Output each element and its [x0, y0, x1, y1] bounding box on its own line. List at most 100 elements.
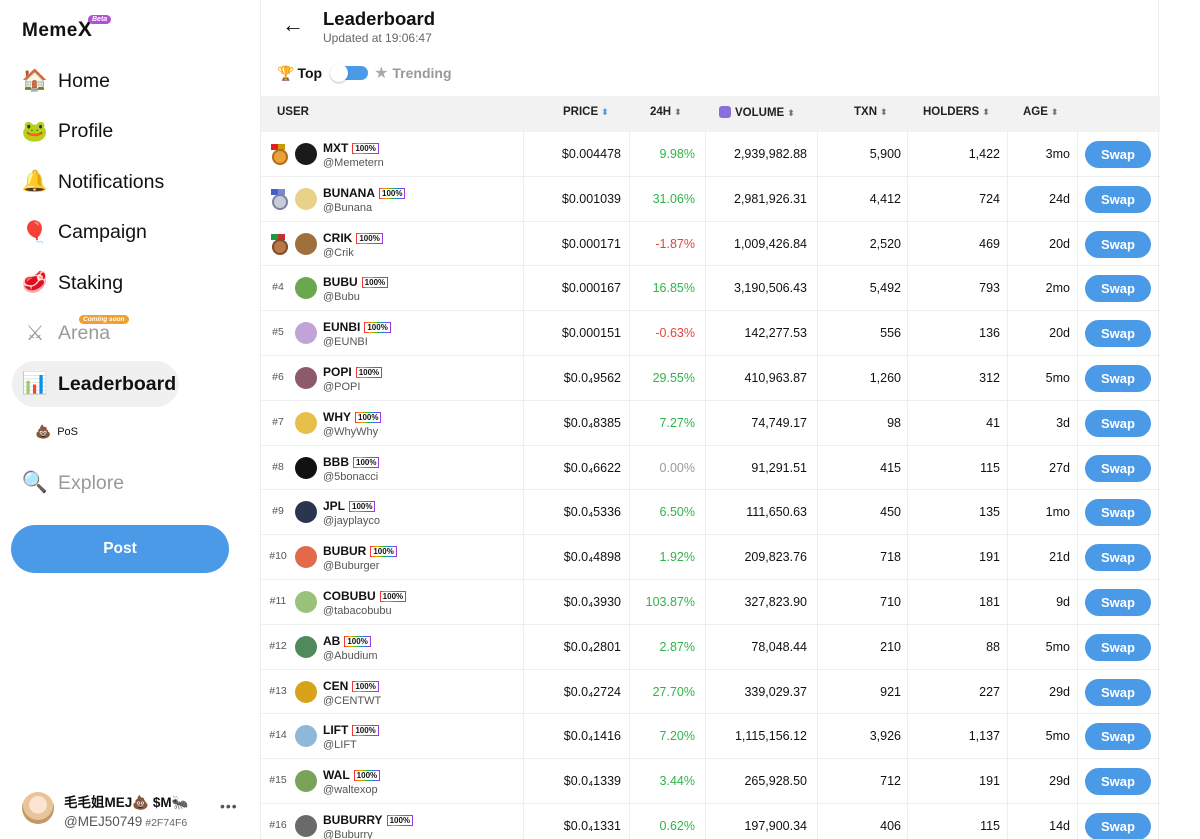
token-avatar[interactable]	[295, 770, 317, 793]
token-symbol[interactable]: BUBU 100%	[323, 275, 389, 289]
token-avatar[interactable]	[295, 456, 317, 479]
token-symbol[interactable]: WAL 100%	[323, 768, 381, 782]
token-symbol[interactable]: MXT 100%	[323, 141, 379, 155]
token-avatar[interactable]	[295, 411, 317, 434]
token-avatar[interactable]	[295, 546, 317, 569]
token-avatar[interactable]	[295, 680, 317, 703]
column-volume[interactable]: VOLUME ⬍	[719, 106, 795, 119]
sidebar-item-home[interactable]: 🏠 Home	[12, 58, 232, 104]
column-txn[interactable]: TXN ⬍	[854, 106, 888, 118]
sidebar-item-leaderboard[interactable]: 📊 Leaderboard	[12, 361, 179, 407]
table-row[interactable]: CRIK 100% @Crik $0.000171 -1.87% 1,009,426.84…	[261, 221, 1160, 267]
table-row[interactable]: BUNANA 100% @Bunana $0.001039 31.06% 2,981,92…	[261, 176, 1160, 222]
column-24h[interactable]: 24H ⬍	[650, 106, 682, 118]
token-symbol[interactable]: JPL 100%	[323, 499, 376, 513]
table-row[interactable]: #14 LIFT 100% @LIFT $0.0₄1416 7.20% 1,115,156.…	[261, 714, 1160, 760]
token-avatar[interactable]	[295, 187, 317, 210]
token-handle[interactable]: @Bubu	[323, 291, 360, 303]
swap-button[interactable]: Swap	[1085, 633, 1151, 661]
token-avatar[interactable]	[295, 725, 317, 748]
token-symbol[interactable]: CEN 100%	[323, 679, 379, 693]
token-handle[interactable]: @CENTWT	[323, 695, 381, 707]
sidebar-item-pos[interactable]: 💩 PoS	[35, 424, 78, 440]
token-avatar[interactable]	[295, 635, 317, 658]
token-handle[interactable]: @tabacobubu	[323, 605, 392, 617]
swap-button[interactable]: Swap	[1085, 454, 1151, 482]
table-row[interactable]: #4 BUBU 100% @Bubu $0.000167 16.85% 3,190,506.…	[261, 266, 1160, 312]
toggle-trending[interactable]: ★ Trending	[374, 63, 451, 83]
token-symbol[interactable]: BBB 100%	[323, 455, 380, 469]
swap-button[interactable]: Swap	[1085, 678, 1151, 706]
swap-button[interactable]: Swap	[1085, 275, 1151, 303]
token-avatar[interactable]	[295, 232, 317, 255]
token-handle[interactable]: @Abudium	[323, 650, 378, 662]
table-row[interactable]: #9 JPL 100% @jayplayco $0.0₄5336 6.50% 111,650…	[261, 490, 1160, 536]
token-avatar[interactable]	[295, 814, 317, 837]
swap-button[interactable]: Swap	[1085, 409, 1151, 437]
table-row[interactable]: #8 BBB 100% @5bonacci $0.0₄6622 0.00% 91,291.5…	[261, 445, 1160, 491]
token-handle[interactable]: @LIFT	[323, 739, 357, 751]
token-handle[interactable]: @Memetern	[323, 157, 384, 169]
table-row[interactable]: #16 BUBURRY 100% @Buburry $0.0₄1331 0.62% 197,…	[261, 803, 1160, 839]
column-age[interactable]: AGE ⬍	[1023, 106, 1058, 118]
sidebar-item-notifications[interactable]: 🔔 Notifications	[12, 159, 232, 205]
token-handle[interactable]: @Bunana	[323, 202, 372, 214]
post-button[interactable]: Post	[11, 525, 229, 573]
table-row[interactable]: #6 POPI 100% @POPI $0.0₄9562 29.55% 410,963.87…	[261, 355, 1160, 401]
swap-button[interactable]: Swap	[1085, 499, 1151, 527]
user-card[interactable]: 毛毛姐MEJ💩 $M🐜 @MEJ50749 #2F74F6 •••	[22, 790, 247, 832]
toggle-switch[interactable]	[330, 64, 369, 82]
token-symbol[interactable]: BUBUR 100%	[323, 544, 397, 558]
column-price[interactable]: PRICE ⬍	[563, 106, 609, 118]
table-row[interactable]: #11 COBUBU 100% @tabacobubu $0.0₄3930 103.87%…	[261, 579, 1160, 625]
swap-button[interactable]: Swap	[1085, 230, 1151, 258]
token-symbol[interactable]: WHY 100%	[323, 410, 382, 424]
table-row[interactable]: #7 WHY 100% @WhyWhy $0.0₄8385 7.27% 74,749.17 9…	[261, 400, 1160, 446]
sidebar-item-staking[interactable]: 🥩 Staking	[12, 260, 232, 306]
table-row[interactable]: #12 AB 100% @Abudium $0.0₄2801 2.87% 78,048.44…	[261, 624, 1160, 670]
token-avatar[interactable]	[295, 590, 317, 613]
table-row[interactable]: #10 BUBUR 100% @Buburger $0.0₄4898 1.92% 209,8…	[261, 535, 1160, 580]
token-avatar[interactable]	[295, 322, 317, 345]
token-handle[interactable]: @WhyWhy	[323, 426, 378, 438]
token-symbol[interactable]: EUNBI 100%	[323, 320, 391, 334]
token-handle[interactable]: @POPI	[323, 381, 360, 393]
table-row[interactable]: MXT 100% @Memetern $0.004478 9.98% 2,939,982.…	[261, 132, 1160, 177]
token-symbol[interactable]: POPI 100%	[323, 365, 383, 379]
token-handle[interactable]: @Buburry	[323, 829, 373, 839]
memex-logo[interactable]: MemeX Beta	[22, 15, 112, 42]
token-avatar[interactable]	[295, 501, 317, 524]
more-options-icon[interactable]: •••	[220, 798, 238, 814]
toggle-top-label[interactable]: Top	[297, 65, 322, 81]
swap-button[interactable]: Swap	[1085, 185, 1151, 213]
sidebar-item-arena[interactable]: ⚔ Arena Coming soon	[12, 311, 232, 357]
token-symbol[interactable]: CRIK 100%	[323, 231, 383, 245]
token-handle[interactable]: @EUNBI	[323, 336, 368, 348]
token-handle[interactable]: @waltexop	[323, 784, 378, 796]
sidebar-item-profile[interactable]: 🐸 Profile	[12, 109, 232, 155]
swap-button[interactable]: Swap	[1085, 588, 1151, 616]
swap-button[interactable]: Swap	[1085, 320, 1151, 348]
swap-button[interactable]: Swap	[1085, 364, 1151, 392]
table-row[interactable]: #15 WAL 100% @waltexop $0.0₄1339 3.44% 265,928…	[261, 759, 1160, 804]
swap-button[interactable]: Swap	[1085, 812, 1151, 839]
token-symbol[interactable]: AB 100%	[323, 634, 371, 648]
token-symbol[interactable]: COBUBU 100%	[323, 589, 407, 603]
token-handle[interactable]: @5bonacci	[323, 471, 378, 483]
swap-button[interactable]: Swap	[1085, 544, 1151, 572]
back-arrow-icon[interactable]: ←	[281, 12, 305, 38]
table-row[interactable]: #13 CEN 100% @CENTWT $0.0₄2724 27.70% 339,029.…	[261, 669, 1160, 715]
swap-button[interactable]: Swap	[1085, 768, 1151, 796]
token-avatar[interactable]	[295, 143, 317, 165]
table-row[interactable]: #5 EUNBI 100% @EUNBI $0.000151 -0.63% 142,277.…	[261, 311, 1160, 356]
token-symbol[interactable]: LIFT 100%	[323, 723, 379, 737]
token-symbol[interactable]: BUBURRY 100%	[323, 813, 414, 827]
token-handle[interactable]: @jayplayco	[323, 515, 380, 527]
sidebar-item-campaign[interactable]: 🎈 Campaign	[12, 210, 232, 256]
column-holders[interactable]: HOLDERS ⬍	[923, 106, 990, 118]
token-avatar[interactable]	[295, 366, 317, 389]
swap-button[interactable]: Swap	[1085, 723, 1151, 751]
token-symbol[interactable]: BUNANA 100%	[323, 186, 406, 200]
token-handle[interactable]: @Crik	[323, 247, 354, 259]
token-avatar[interactable]	[295, 277, 317, 300]
